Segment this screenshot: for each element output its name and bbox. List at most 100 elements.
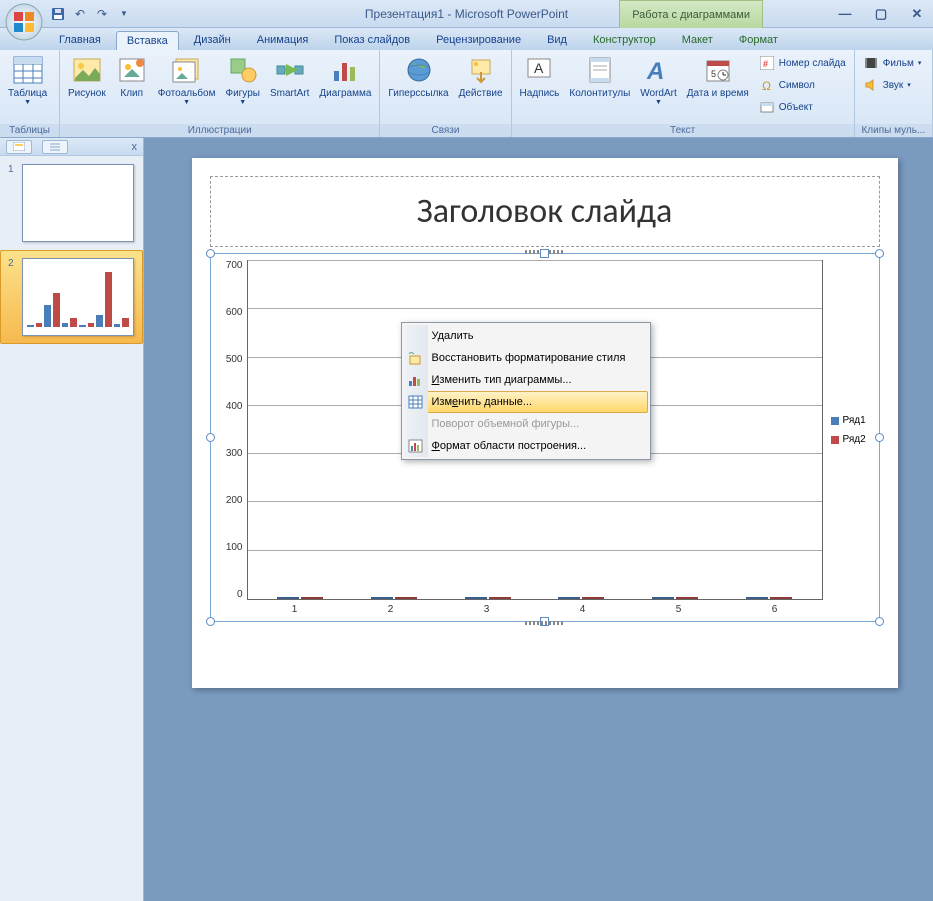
tab-format[interactable]: Формат — [728, 30, 789, 50]
slides-tab-icon[interactable] — [6, 140, 32, 154]
ctx-label: Удалить — [432, 330, 474, 342]
chart-tools-tab[interactable]: Работа с диаграммами — [619, 0, 763, 28]
legend-item-2: Ряд2 — [831, 434, 873, 445]
edit-data-icon — [406, 393, 426, 411]
panel-close-icon[interactable]: x — [132, 141, 138, 153]
globe-icon — [403, 54, 435, 86]
action-button[interactable]: Действие — [455, 52, 507, 101]
picture-button[interactable]: Рисунок — [64, 52, 110, 101]
y-axis: 7006005004003002001000 — [217, 260, 247, 600]
tab-layout[interactable]: Макет — [671, 30, 724, 50]
ctx-edit-data[interactable]: Изменить данные...Изменить данные... — [404, 391, 648, 413]
thumbnail-1[interactable]: 1 — [0, 156, 143, 250]
resize-handle[interactable] — [540, 617, 549, 626]
resize-handle[interactable] — [540, 249, 549, 258]
shapes-label: Фигуры — [225, 88, 259, 99]
ctx-change-type[interactable]: ИИзменить тип диаграммы...зменить тип ди… — [404, 369, 648, 391]
tab-view[interactable]: Вид — [536, 30, 578, 50]
smartart-label: SmartArt — [270, 88, 309, 99]
tab-insert[interactable]: Вставка — [116, 31, 179, 50]
hyperlink-button[interactable]: Гиперссылка — [384, 52, 452, 101]
save-icon[interactable] — [48, 4, 68, 24]
tab-slideshow[interactable]: Показ слайдов — [323, 30, 421, 50]
ctx-delete[interactable]: Удалить — [404, 325, 648, 347]
action-label: Действие — [459, 88, 503, 99]
smartart-button[interactable]: SmartArt — [266, 52, 313, 101]
number-icon: # — [759, 55, 775, 71]
maximize-button[interactable]: ▢ — [869, 4, 893, 24]
format-icon — [406, 437, 426, 455]
tab-home[interactable]: Главная — [48, 30, 112, 50]
slidenum-label: Номер слайда — [779, 58, 846, 69]
movie-button[interactable]: Фильм▾ — [859, 52, 926, 74]
slide-editor[interactable]: Заголовок слайда 7006005004003002001000 — [144, 138, 933, 901]
symbol-button[interactable]: ΩСимвол — [755, 74, 850, 96]
close-button[interactable]: ✕ — [905, 4, 929, 24]
resize-handle[interactable] — [206, 617, 215, 626]
outline-tab-icon[interactable] — [42, 140, 68, 154]
headerfooter-button[interactable]: Колонтитулы — [565, 52, 634, 101]
title-placeholder[interactable]: Заголовок слайда — [210, 176, 880, 247]
sound-button[interactable]: Звук▾ — [859, 74, 926, 96]
datetime-button[interactable]: 5Дата и время — [683, 52, 753, 101]
resize-handle[interactable] — [875, 433, 884, 442]
wordart-button[interactable]: A WordArt▼ — [636, 52, 681, 108]
context-menu[interactable]: Удалить Восстановить форматирование стил… — [401, 322, 651, 460]
quick-access-toolbar: ↶ ↷ ▼ — [48, 4, 134, 24]
tab-design[interactable]: Дизайн — [183, 30, 242, 50]
textbox-button[interactable]: AНадпись — [516, 52, 564, 101]
blank-icon — [406, 327, 426, 345]
shapes-button[interactable]: Фигуры▼ — [221, 52, 263, 108]
mini-chart-icon — [27, 269, 129, 327]
slide-canvas[interactable]: Заголовок слайда 7006005004003002001000 — [192, 158, 898, 688]
object-button[interactable]: Объект — [755, 96, 850, 118]
svg-text:#: # — [763, 59, 768, 69]
undo-icon[interactable]: ↶ — [70, 4, 90, 24]
clip-button[interactable]: Клип — [112, 52, 152, 101]
resize-handle[interactable] — [206, 249, 215, 258]
film-icon — [863, 55, 879, 71]
headerfooter-label: Колонтитулы — [569, 88, 630, 99]
svg-text:A: A — [646, 58, 664, 83]
dropdown-icon: ▾ — [918, 59, 922, 67]
tab-animation[interactable]: Анимация — [246, 30, 320, 50]
shapes-icon — [227, 54, 259, 86]
resize-handle[interactable] — [875, 249, 884, 258]
thumbnail-2[interactable]: 2 — [0, 250, 143, 344]
table-button[interactable]: Таблица▼ — [4, 52, 51, 108]
dropdown-icon: ▼ — [24, 99, 31, 106]
headerfooter-icon — [584, 54, 616, 86]
ctx-label: ИИзменить тип диаграммы...зменить тип ди… — [432, 374, 572, 386]
slide-title: Заголовок слайда — [211, 191, 879, 232]
thumbnail-header: x — [0, 138, 143, 156]
qat-dropdown-icon[interactable]: ▼ — [114, 4, 134, 24]
ctx-restore-style[interactable]: Восстановить форматирование стиля — [404, 347, 648, 369]
album-label: Фотоальбом — [158, 88, 216, 99]
ctx-label: Поворот объемной фигуры... — [432, 418, 580, 430]
slidenum-button[interactable]: # Номер слайда — [755, 52, 850, 74]
chart-legend[interactable]: Ряд1 Ряд2 — [823, 260, 873, 600]
ribbon: Таблица▼ Таблицы Рисунок Клип Фотоальбом… — [0, 50, 933, 138]
legend-label: Ряд2 — [843, 434, 866, 445]
album-button[interactable]: Фотоальбом▼ — [154, 52, 220, 108]
svg-text:5: 5 — [711, 69, 716, 79]
resize-handle[interactable] — [875, 617, 884, 626]
clip-icon — [116, 54, 148, 86]
title-bar: ↶ ↷ ▼ Презентация1 - Microsoft PowerPoin… — [0, 0, 933, 28]
chart-object[interactable]: 7006005004003002001000 Ряд1 Ряд2 123456 … — [210, 253, 880, 622]
textbox-label: Надпись — [520, 88, 560, 99]
ctx-format-area[interactable]: Формат области построения...Формат облас… — [404, 435, 648, 457]
legend-item-1: Ряд1 — [831, 415, 873, 426]
resize-handle[interactable] — [206, 433, 215, 442]
wordart-label: WordArt — [640, 88, 677, 99]
minimize-button[interactable]: — — [833, 4, 857, 24]
office-button[interactable] — [4, 2, 44, 42]
tab-constructor[interactable]: Конструктор — [582, 30, 667, 50]
action-icon — [465, 54, 497, 86]
window-title: Презентация1 - Microsoft PowerPoint — [365, 7, 568, 21]
dropdown-icon: ▼ — [655, 99, 662, 106]
tab-review[interactable]: Рецензирование — [425, 30, 532, 50]
redo-icon[interactable]: ↷ — [92, 4, 112, 24]
chart-button[interactable]: Диаграмма — [315, 52, 375, 101]
dropdown-icon: ▼ — [239, 99, 246, 106]
